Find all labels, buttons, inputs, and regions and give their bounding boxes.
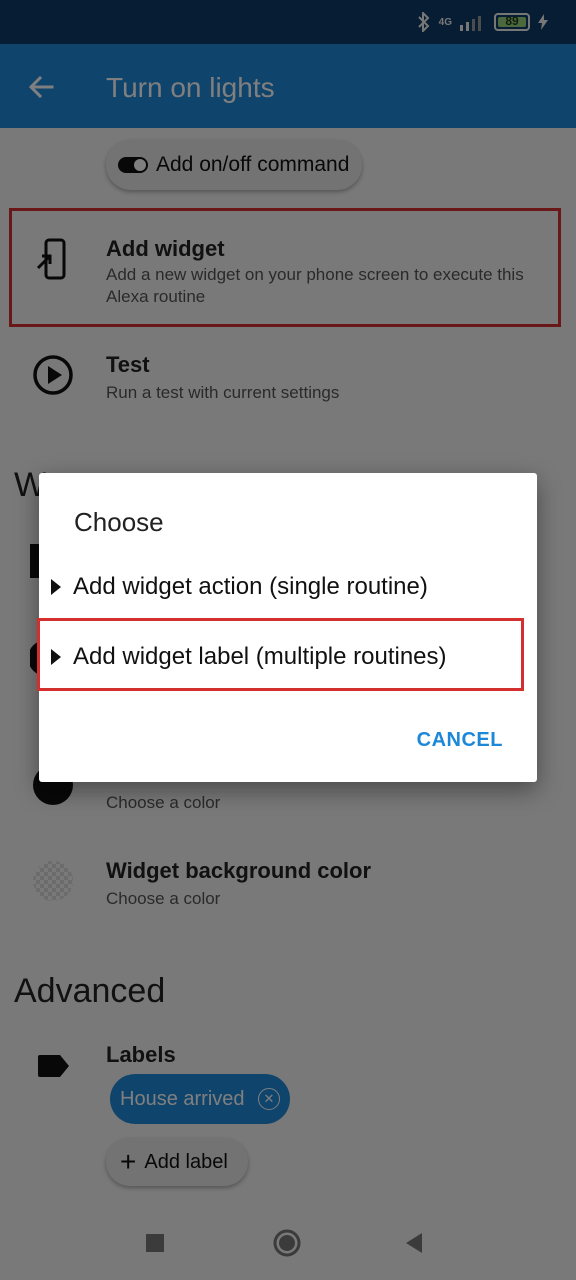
choose-dialog: Choose Add widget action (single routine… — [37, 473, 537, 782]
dialog-title: Choose — [74, 507, 164, 537]
cancel-button[interactable]: CANCEL — [417, 729, 503, 752]
add-widget-action-label: Add widget action (single routine) — [73, 573, 428, 600]
add-widget-label-highlight — [37, 618, 524, 691]
triangle-right-icon — [51, 579, 61, 595]
add-widget-action-option[interactable]: Add widget action (single routine) — [49, 561, 529, 613]
